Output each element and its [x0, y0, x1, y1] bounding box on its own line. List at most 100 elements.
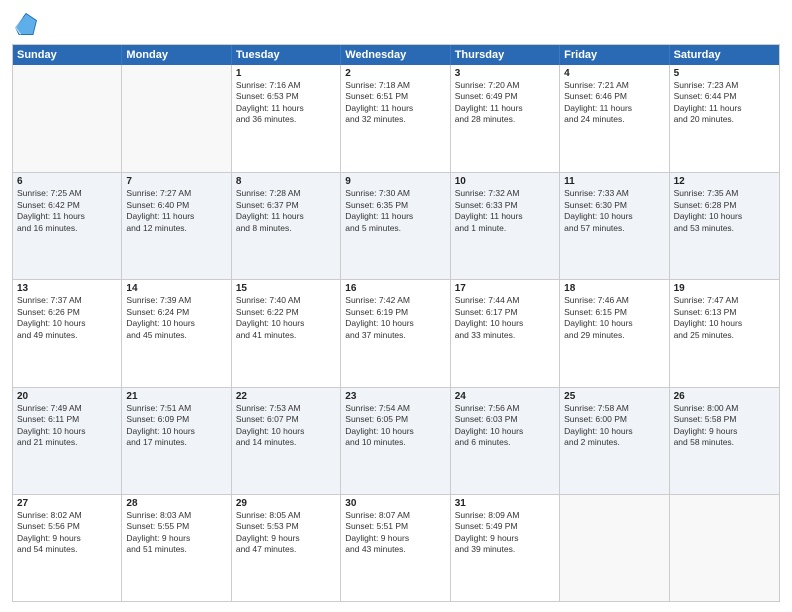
header: [12, 10, 780, 38]
cal-cell: 24Sunrise: 7:56 AM Sunset: 6:03 PM Dayli…: [451, 388, 560, 494]
cell-content: Sunrise: 7:54 AM Sunset: 6:05 PM Dayligh…: [345, 403, 445, 449]
cal-cell: 19Sunrise: 7:47 AM Sunset: 6:13 PM Dayli…: [670, 280, 779, 386]
calendar: SundayMondayTuesdayWednesdayThursdayFrid…: [12, 44, 780, 602]
cell-content: Sunrise: 8:02 AM Sunset: 5:56 PM Dayligh…: [17, 510, 117, 556]
day-number: 10: [455, 176, 555, 187]
week-row-3: 13Sunrise: 7:37 AM Sunset: 6:26 PM Dayli…: [13, 279, 779, 386]
day-number: 8: [236, 176, 336, 187]
cell-content: Sunrise: 7:23 AM Sunset: 6:44 PM Dayligh…: [674, 80, 775, 126]
cell-content: Sunrise: 7:20 AM Sunset: 6:49 PM Dayligh…: [455, 80, 555, 126]
day-number: 3: [455, 68, 555, 79]
calendar-header: SundayMondayTuesdayWednesdayThursdayFrid…: [13, 45, 779, 65]
day-number: 22: [236, 391, 336, 402]
week-row-5: 27Sunrise: 8:02 AM Sunset: 5:56 PM Dayli…: [13, 494, 779, 601]
cell-content: Sunrise: 7:18 AM Sunset: 6:51 PM Dayligh…: [345, 80, 445, 126]
cell-content: Sunrise: 7:46 AM Sunset: 6:15 PM Dayligh…: [564, 295, 664, 341]
day-number: 16: [345, 283, 445, 294]
day-number: 23: [345, 391, 445, 402]
header-day-tuesday: Tuesday: [232, 45, 341, 65]
day-number: 30: [345, 498, 445, 509]
day-number: 18: [564, 283, 664, 294]
week-row-1: 1Sunrise: 7:16 AM Sunset: 6:53 PM Daylig…: [13, 65, 779, 172]
cal-cell: 8Sunrise: 7:28 AM Sunset: 6:37 PM Daylig…: [232, 173, 341, 279]
header-day-wednesday: Wednesday: [341, 45, 450, 65]
day-number: 26: [674, 391, 775, 402]
cell-content: Sunrise: 7:27 AM Sunset: 6:40 PM Dayligh…: [126, 188, 226, 234]
cell-content: Sunrise: 7:56 AM Sunset: 6:03 PM Dayligh…: [455, 403, 555, 449]
cell-content: Sunrise: 7:40 AM Sunset: 6:22 PM Dayligh…: [236, 295, 336, 341]
day-number: 1: [236, 68, 336, 79]
day-number: 21: [126, 391, 226, 402]
day-number: 31: [455, 498, 555, 509]
cal-cell: 15Sunrise: 7:40 AM Sunset: 6:22 PM Dayli…: [232, 280, 341, 386]
cal-cell: 3Sunrise: 7:20 AM Sunset: 6:49 PM Daylig…: [451, 65, 560, 172]
cal-cell: 26Sunrise: 8:00 AM Sunset: 5:58 PM Dayli…: [670, 388, 779, 494]
cell-content: Sunrise: 7:35 AM Sunset: 6:28 PM Dayligh…: [674, 188, 775, 234]
cal-cell: 18Sunrise: 7:46 AM Sunset: 6:15 PM Dayli…: [560, 280, 669, 386]
week-row-2: 6Sunrise: 7:25 AM Sunset: 6:42 PM Daylig…: [13, 172, 779, 279]
cell-content: Sunrise: 7:30 AM Sunset: 6:35 PM Dayligh…: [345, 188, 445, 234]
cal-cell: 5Sunrise: 7:23 AM Sunset: 6:44 PM Daylig…: [670, 65, 779, 172]
header-day-monday: Monday: [122, 45, 231, 65]
cell-content: Sunrise: 7:58 AM Sunset: 6:00 PM Dayligh…: [564, 403, 664, 449]
day-number: 2: [345, 68, 445, 79]
cal-cell: [13, 65, 122, 172]
cell-content: Sunrise: 7:51 AM Sunset: 6:09 PM Dayligh…: [126, 403, 226, 449]
cal-cell: 31Sunrise: 8:09 AM Sunset: 5:49 PM Dayli…: [451, 495, 560, 601]
cell-content: Sunrise: 7:49 AM Sunset: 6:11 PM Dayligh…: [17, 403, 117, 449]
day-number: 5: [674, 68, 775, 79]
day-number: 17: [455, 283, 555, 294]
header-day-thursday: Thursday: [451, 45, 560, 65]
day-number: 28: [126, 498, 226, 509]
cell-content: Sunrise: 7:21 AM Sunset: 6:46 PM Dayligh…: [564, 80, 664, 126]
cell-content: Sunrise: 7:42 AM Sunset: 6:19 PM Dayligh…: [345, 295, 445, 341]
header-day-saturday: Saturday: [670, 45, 779, 65]
cal-cell: 6Sunrise: 7:25 AM Sunset: 6:42 PM Daylig…: [13, 173, 122, 279]
cell-content: Sunrise: 7:32 AM Sunset: 6:33 PM Dayligh…: [455, 188, 555, 234]
day-number: 14: [126, 283, 226, 294]
cal-cell: 9Sunrise: 7:30 AM Sunset: 6:35 PM Daylig…: [341, 173, 450, 279]
day-number: 11: [564, 176, 664, 187]
cell-content: Sunrise: 7:16 AM Sunset: 6:53 PM Dayligh…: [236, 80, 336, 126]
cal-cell: 12Sunrise: 7:35 AM Sunset: 6:28 PM Dayli…: [670, 173, 779, 279]
cell-content: Sunrise: 8:09 AM Sunset: 5:49 PM Dayligh…: [455, 510, 555, 556]
cal-cell: 1Sunrise: 7:16 AM Sunset: 6:53 PM Daylig…: [232, 65, 341, 172]
cal-cell: 23Sunrise: 7:54 AM Sunset: 6:05 PM Dayli…: [341, 388, 450, 494]
week-row-4: 20Sunrise: 7:49 AM Sunset: 6:11 PM Dayli…: [13, 387, 779, 494]
cell-content: Sunrise: 7:33 AM Sunset: 6:30 PM Dayligh…: [564, 188, 664, 234]
logo: [12, 10, 44, 38]
day-number: 15: [236, 283, 336, 294]
day-number: 27: [17, 498, 117, 509]
cal-cell: 2Sunrise: 7:18 AM Sunset: 6:51 PM Daylig…: [341, 65, 450, 172]
cal-cell: 17Sunrise: 7:44 AM Sunset: 6:17 PM Dayli…: [451, 280, 560, 386]
page: SundayMondayTuesdayWednesdayThursdayFrid…: [0, 0, 792, 612]
cal-cell: 4Sunrise: 7:21 AM Sunset: 6:46 PM Daylig…: [560, 65, 669, 172]
cal-cell: [560, 495, 669, 601]
cal-cell: 20Sunrise: 7:49 AM Sunset: 6:11 PM Dayli…: [13, 388, 122, 494]
cell-content: Sunrise: 8:05 AM Sunset: 5:53 PM Dayligh…: [236, 510, 336, 556]
cal-cell: 13Sunrise: 7:37 AM Sunset: 6:26 PM Dayli…: [13, 280, 122, 386]
cal-cell: 10Sunrise: 7:32 AM Sunset: 6:33 PM Dayli…: [451, 173, 560, 279]
cell-content: Sunrise: 7:47 AM Sunset: 6:13 PM Dayligh…: [674, 295, 775, 341]
day-number: 24: [455, 391, 555, 402]
cal-cell: 22Sunrise: 7:53 AM Sunset: 6:07 PM Dayli…: [232, 388, 341, 494]
day-number: 7: [126, 176, 226, 187]
cal-cell: 7Sunrise: 7:27 AM Sunset: 6:40 PM Daylig…: [122, 173, 231, 279]
cal-cell: 30Sunrise: 8:07 AM Sunset: 5:51 PM Dayli…: [341, 495, 450, 601]
day-number: 29: [236, 498, 336, 509]
day-number: 4: [564, 68, 664, 79]
header-day-sunday: Sunday: [13, 45, 122, 65]
cal-cell: 16Sunrise: 7:42 AM Sunset: 6:19 PM Dayli…: [341, 280, 450, 386]
day-number: 20: [17, 391, 117, 402]
day-number: 13: [17, 283, 117, 294]
cell-content: Sunrise: 7:28 AM Sunset: 6:37 PM Dayligh…: [236, 188, 336, 234]
day-number: 12: [674, 176, 775, 187]
day-number: 6: [17, 176, 117, 187]
cell-content: Sunrise: 8:03 AM Sunset: 5:55 PM Dayligh…: [126, 510, 226, 556]
header-day-friday: Friday: [560, 45, 669, 65]
cell-content: Sunrise: 8:00 AM Sunset: 5:58 PM Dayligh…: [674, 403, 775, 449]
cell-content: Sunrise: 8:07 AM Sunset: 5:51 PM Dayligh…: [345, 510, 445, 556]
cal-cell: 29Sunrise: 8:05 AM Sunset: 5:53 PM Dayli…: [232, 495, 341, 601]
cell-content: Sunrise: 7:53 AM Sunset: 6:07 PM Dayligh…: [236, 403, 336, 449]
cal-cell: 14Sunrise: 7:39 AM Sunset: 6:24 PM Dayli…: [122, 280, 231, 386]
